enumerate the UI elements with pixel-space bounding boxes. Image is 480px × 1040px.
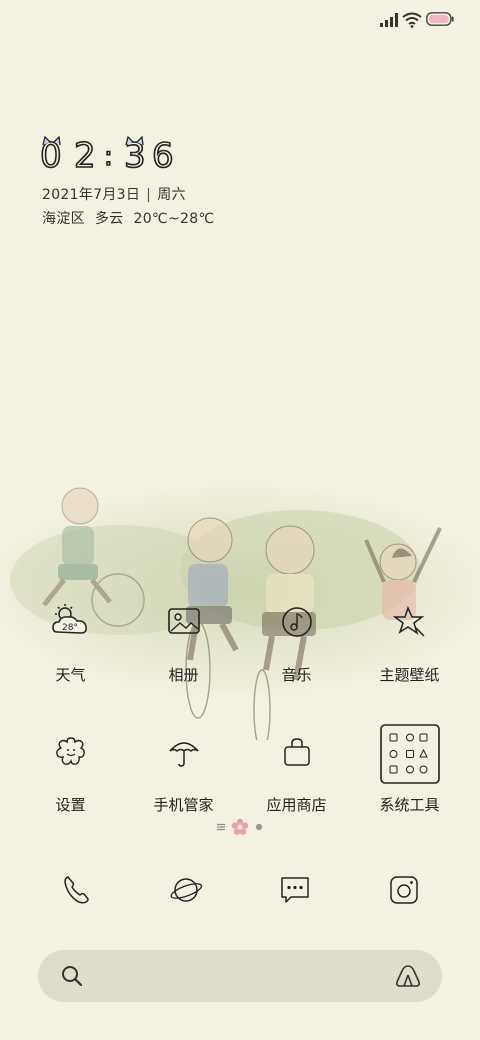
app-label: 天气: [55, 666, 86, 684]
phone-icon[interactable]: [49, 862, 105, 918]
app-label: 应用商店: [266, 796, 327, 814]
weather-condition: 多云: [94, 211, 124, 227]
weather-icon-temp: 28°: [62, 623, 78, 633]
status-bar: [0, 0, 480, 40]
weather-temp: 20℃~28℃: [133, 211, 215, 227]
app-gallery[interactable]: 相册: [129, 590, 239, 720]
signal-icon: [380, 13, 398, 27]
app-weather[interactable]: 28° 天气: [16, 590, 126, 720]
weather-icon: 28°: [43, 594, 99, 650]
app-label: 设置: [55, 796, 86, 814]
dock: [0, 862, 480, 918]
date-separator: |: [146, 187, 152, 203]
app-label: 系统工具: [379, 796, 440, 814]
weather-district: 海淀区: [42, 211, 85, 227]
app-row: 28° 天气 相册 音乐 主题壁纸: [0, 590, 480, 720]
date-value: 2021年7月3日: [42, 187, 141, 203]
current-page-flower-icon: [231, 818, 249, 835]
browser-planet-icon[interactable]: [158, 862, 214, 918]
app-label: 主题壁纸: [379, 666, 440, 684]
settings-flower-icon: [43, 724, 99, 780]
battery-icon: [426, 12, 454, 26]
theme-star-icon: [382, 594, 438, 650]
shopping-bag-icon: [269, 724, 325, 780]
app-themes[interactable]: 主题壁纸: [355, 590, 465, 720]
wifi-icon: [402, 12, 422, 28]
search-icon: [62, 966, 83, 987]
app-grid: 28° 天气 相册 音乐 主题壁纸 设置 手机管家 应用商店 系统工具: [0, 590, 480, 850]
app-label: 音乐: [281, 666, 312, 684]
weekday: 周六: [157, 187, 186, 203]
weather-text[interactable]: 海淀区 多云 20℃~28℃: [42, 208, 224, 228]
gallery-icon: [156, 594, 212, 650]
clock-widget[interactable]: 0 2 : 3 6: [39, 135, 210, 177]
clock-digits: 0 2 : 3 6: [39, 135, 174, 177]
page-indicator[interactable]: [0, 818, 480, 836]
clock-colon: :: [104, 142, 113, 172]
app-music[interactable]: 音乐: [242, 590, 352, 720]
messages-icon[interactable]: [267, 862, 323, 918]
app-label: 手机管家: [153, 796, 214, 814]
clock-digit: 2: [74, 136, 96, 176]
voice-assistant-icon[interactable]: [394, 962, 422, 990]
clock-digit: 6: [152, 136, 174, 176]
search-bar[interactable]: [38, 950, 442, 1002]
music-icon: [269, 594, 325, 650]
date-text[interactable]: 2021年7月3日 | 周六: [42, 184, 186, 204]
page-dot: [255, 823, 263, 831]
umbrella-icon: [156, 724, 212, 780]
camera-icon[interactable]: [376, 862, 432, 918]
folder-grid-icon: [379, 724, 440, 784]
list-menu-icon: [217, 823, 225, 831]
app-label: 相册: [168, 666, 199, 684]
